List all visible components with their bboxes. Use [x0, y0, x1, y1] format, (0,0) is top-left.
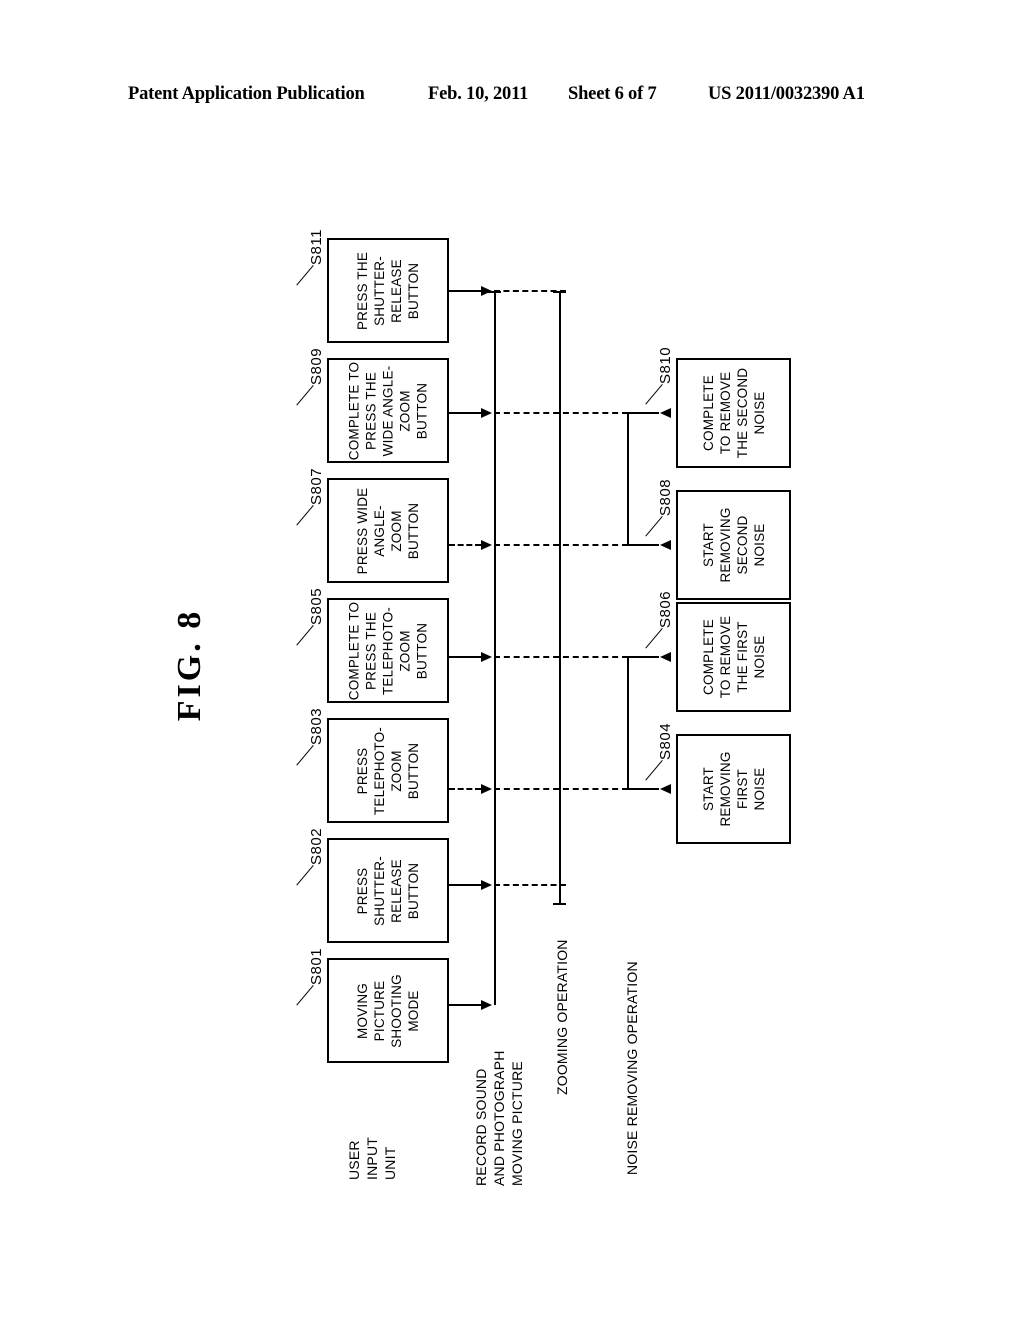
connector-to-s808 [627, 544, 659, 546]
step-ref-s803: S803 [308, 707, 325, 745]
connector-s803-dashed-right [494, 788, 628, 790]
arrowhead-s808 [660, 540, 671, 550]
process-node-s811: PRESS THE SHUTTER- RELEASE BUTTON [327, 238, 449, 343]
connector-to-s804 [627, 788, 659, 790]
connector-s811-dashed [494, 290, 566, 292]
process-node-s802-label: PRESS SHUTTER- RELEASE BUTTON [355, 855, 421, 926]
leader-line-s807 [296, 505, 314, 526]
leader-line-s810 [645, 384, 663, 405]
arrowhead-s810 [660, 408, 671, 418]
arrowhead-s805 [481, 652, 492, 662]
connector-s801-to-record [449, 1004, 483, 1006]
process-node-s802: PRESS SHUTTER- RELEASE BUTTON [327, 838, 449, 943]
lane-label-zooming-operation: ZOOMING OPERATION [554, 939, 570, 1095]
step-ref-s809: S809 [308, 347, 325, 385]
connector-s802-dashed [494, 884, 566, 886]
arrowhead-s806 [660, 652, 671, 662]
arrowhead-s807 [481, 540, 492, 550]
process-node-s803-label: PRESS TELEPHOTO- ZOOM BUTTON [355, 726, 421, 815]
process-node-s809: COMPLETE TO PRESS THE WIDE ANGLE- ZOOM B… [327, 358, 449, 463]
lane-label-record-sound: RECORD SOUND AND PHOTOGRAPH MOVING PICTU… [473, 1050, 525, 1186]
arrowhead-s809 [481, 408, 492, 418]
step-ref-s801: S801 [308, 947, 325, 985]
process-node-s808-label: START REMOVING SECOND NOISE [700, 507, 767, 583]
leader-line-s804 [645, 760, 663, 781]
leader-line-s806 [645, 628, 663, 649]
connector-s805-dashed-right [494, 656, 628, 658]
leader-line-s802 [296, 865, 314, 886]
lane-label-noise-removing-operation: NOISE REMOVING OPERATION [624, 961, 640, 1175]
process-node-s804: START REMOVING FIRST NOISE [676, 734, 791, 844]
timeline-axis-noise-second [627, 413, 629, 545]
process-node-s807: PRESS WIDE ANGLE- ZOOM BUTTON [327, 478, 449, 583]
arrowhead-s802 [481, 880, 492, 890]
connector-s807-dashed-left [449, 544, 481, 546]
process-node-s803: PRESS TELEPHOTO- ZOOM BUTTON [327, 718, 449, 823]
connector-s803-dashed-left [449, 788, 481, 790]
step-ref-s802: S802 [308, 827, 325, 865]
process-node-s808: START REMOVING SECOND NOISE [676, 490, 791, 600]
timeline-axis-record [494, 291, 496, 1005]
step-ref-s811: S811 [308, 229, 325, 265]
process-node-s805-label: COMPLETE TO PRESS THE TELEPHOTO- ZOOM BU… [346, 601, 430, 700]
connector-to-s810 [627, 412, 659, 414]
leader-line-s809 [296, 385, 314, 406]
process-node-s806: COMPLETE TO REMOVE THE FIRST NOISE [676, 602, 791, 712]
arrowhead-s804 [660, 784, 671, 794]
process-node-s811-label: PRESS THE SHUTTER- RELEASE BUTTON [355, 251, 421, 330]
leader-line-s801 [296, 985, 314, 1006]
connector-s802-to-record [449, 884, 483, 886]
process-node-s806-label: COMPLETE TO REMOVE THE FIRST NOISE [700, 615, 767, 699]
step-ref-s806: S806 [657, 590, 674, 628]
leader-line-s805 [296, 625, 314, 646]
process-node-s801-label: MOVING PICTURE SHOOTING MODE [355, 973, 421, 1048]
leader-line-s803 [296, 745, 314, 766]
arrowhead-s803 [481, 784, 492, 794]
process-node-s804-label: START REMOVING FIRST NOISE [700, 751, 767, 827]
process-node-s809-label: COMPLETE TO PRESS THE WIDE ANGLE- ZOOM B… [346, 361, 430, 460]
process-node-s807-label: PRESS WIDE ANGLE- ZOOM BUTTON [355, 487, 421, 574]
step-ref-s807: S807 [308, 467, 325, 505]
connector-s805-left [449, 656, 481, 658]
flowchart-diagram: MOVING PICTURE SHOOTING MODE PRESS SHUTT… [0, 0, 1024, 1320]
timeline-axis-zoom-cap-bottom [553, 903, 566, 905]
lane-label-user-input-unit: USER INPUT UNIT [346, 1137, 398, 1180]
connector-s807-dashed-right [494, 544, 628, 546]
timeline-axis-noise-first [627, 657, 629, 789]
leader-line-s811 [296, 265, 314, 286]
process-node-s805: COMPLETE TO PRESS THE TELEPHOTO- ZOOM BU… [327, 598, 449, 703]
process-node-s801: MOVING PICTURE SHOOTING MODE [327, 958, 449, 1063]
timeline-axis-zoom [559, 291, 561, 905]
connector-to-s806 [627, 656, 659, 658]
arrowhead-s811 [481, 286, 492, 296]
connector-s809-left [449, 412, 481, 414]
step-ref-s808: S808 [657, 478, 674, 516]
process-node-s810-label: COMPLETE TO REMOVE THE SECOND NOISE [700, 367, 767, 459]
connector-s809-dashed-right [494, 412, 628, 414]
connector-s811-left [449, 290, 481, 292]
arrowhead-s801 [481, 1000, 492, 1010]
process-node-s810: COMPLETE TO REMOVE THE SECOND NOISE [676, 358, 791, 468]
step-ref-s804: S804 [657, 722, 674, 760]
step-ref-s810: S810 [657, 346, 674, 384]
leader-line-s808 [645, 516, 663, 537]
step-ref-s805: S805 [308, 587, 325, 625]
